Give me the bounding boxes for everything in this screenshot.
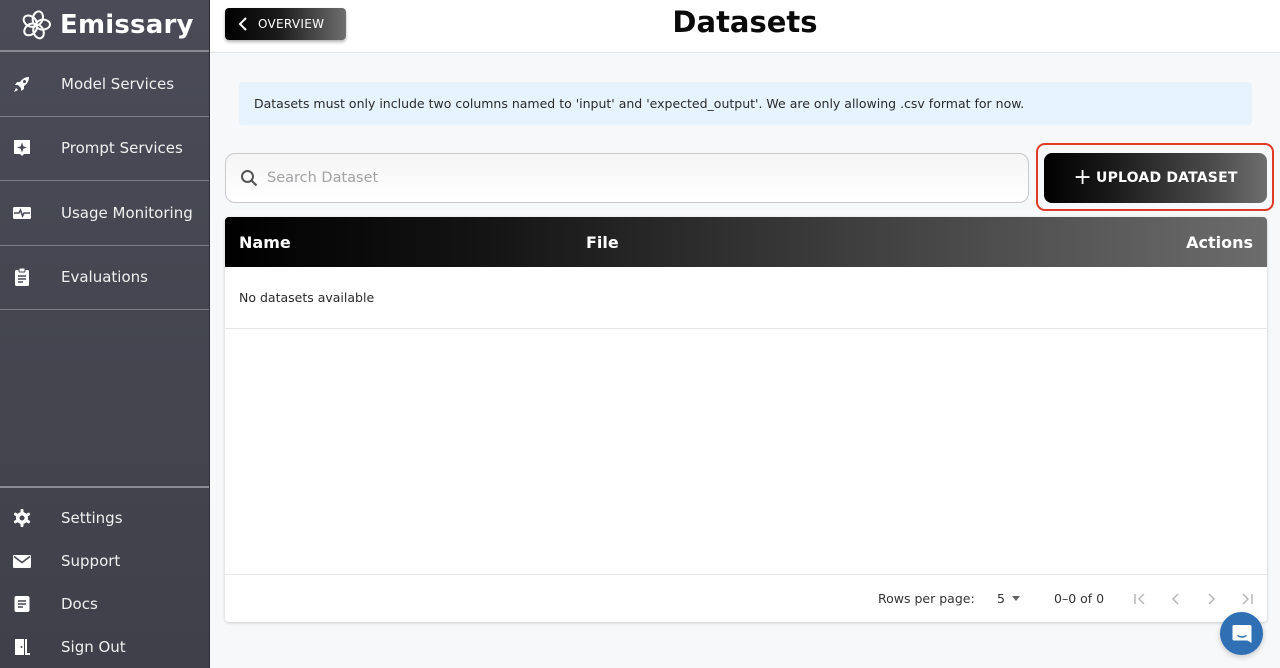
info-banner: Datasets must only include two columns n…: [239, 82, 1252, 125]
brand-name: Emissary: [60, 10, 194, 40]
previous-page-button[interactable]: [1164, 587, 1188, 611]
sidebar-item-support[interactable]: Support: [0, 539, 209, 582]
sidebar-item-label: Evaluations: [61, 268, 148, 287]
upload-dataset-button[interactable]: + UPLOAD DATASET: [1044, 153, 1267, 203]
rows-per-page-select[interactable]: 5: [997, 591, 1020, 606]
column-header-file[interactable]: File: [586, 233, 619, 252]
plus-icon: +: [1073, 165, 1093, 190]
sidebar-bottom-nav: Settings Support Docs Sign Out: [0, 486, 209, 668]
next-page-button[interactable]: [1199, 587, 1223, 611]
chat-icon: [1232, 624, 1251, 643]
page-header: Datasets OVERVIEW: [210, 0, 1280, 53]
sidebar-item-evaluations[interactable]: Evaluations: [0, 246, 209, 310]
rocket-icon: [12, 74, 32, 94]
envelope-icon: [12, 551, 32, 571]
empty-state-row: No datasets available: [225, 267, 1267, 329]
chevron-left-icon: [238, 17, 247, 31]
emissary-logo-icon: [22, 10, 51, 40]
overview-back-label: OVERVIEW: [258, 17, 325, 31]
door-exit-icon: [12, 637, 32, 657]
column-header-name[interactable]: Name: [239, 233, 291, 252]
search-box: [225, 153, 1029, 203]
empty-state-message: No datasets available: [239, 290, 375, 305]
document-icon: [12, 594, 32, 614]
first-page-icon: [1134, 592, 1145, 605]
sidebar-item-prompt-services[interactable]: Prompt Services: [0, 117, 209, 181]
table-header: Name File Actions: [225, 217, 1267, 267]
search-input[interactable]: [267, 170, 967, 186]
last-page-icon: [1242, 592, 1253, 605]
sidebar-item-label: Settings: [61, 508, 123, 527]
pulse-monitor-icon: [12, 203, 32, 223]
sidebar-item-label: Usage Monitoring: [61, 203, 193, 222]
clipboard-icon: [12, 267, 32, 287]
table-pagination: Rows per page: 5 0–0 of 0: [225, 574, 1267, 622]
search-icon: [241, 170, 258, 187]
brand[interactable]: Emissary: [0, 0, 209, 52]
page-title: Datasets: [672, 5, 818, 39]
first-page-button[interactable]: [1128, 587, 1152, 611]
rows-per-page-value: 5: [997, 591, 1005, 606]
sidebar-item-label: Docs: [61, 594, 98, 613]
column-header-actions: Actions: [1186, 232, 1253, 252]
overview-back-button[interactable]: OVERVIEW: [225, 8, 346, 40]
sidebar-item-model-services[interactable]: Model Services: [0, 52, 209, 117]
chevron-left-icon: [1171, 592, 1179, 605]
gear-icon: [12, 508, 32, 528]
sidebar-item-docs[interactable]: Docs: [0, 582, 209, 625]
pagination-range: 0–0 of 0: [1054, 591, 1105, 606]
caret-down-icon: [1011, 596, 1020, 601]
sidebar-item-label: Sign Out: [61, 637, 126, 656]
sparkle-chat-icon: [12, 138, 32, 158]
rows-per-page-label: Rows per page:: [878, 591, 975, 606]
sidebar-item-label: Model Services: [61, 74, 175, 93]
sidebar-item-sign-out[interactable]: Sign Out: [0, 625, 209, 668]
sidebar-item-usage-monitoring[interactable]: Usage Monitoring: [0, 181, 209, 246]
sidebar-item-label: Prompt Services: [61, 139, 183, 158]
chevron-right-icon: [1208, 592, 1216, 605]
last-page-button[interactable]: [1235, 587, 1259, 611]
chat-support-button[interactable]: [1220, 612, 1263, 655]
sidebar-item-label: Support: [61, 551, 121, 570]
sidebar-item-settings[interactable]: Settings: [0, 496, 209, 539]
datasets-table: Name File Actions No datasets available …: [225, 217, 1267, 622]
upload-dataset-label: UPLOAD DATASET: [1096, 170, 1238, 186]
sidebar: Emissary Model Services Prompt Services …: [0, 0, 210, 668]
